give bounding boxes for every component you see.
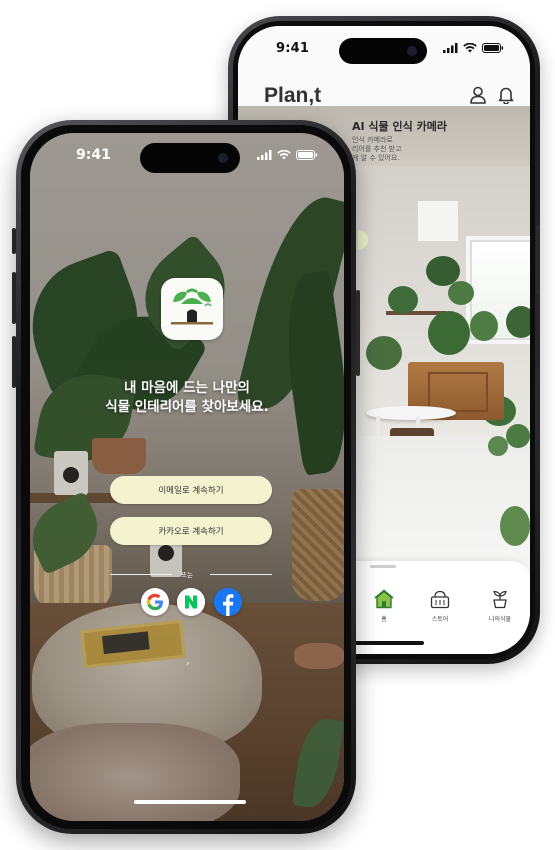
bell-icon[interactable] — [498, 86, 514, 104]
tab-my-plants[interactable]: 나의식물 — [470, 589, 530, 623]
status-time: 9:41 — [276, 41, 310, 56]
google-login-button[interactable] — [141, 588, 169, 616]
tab-home[interactable]: 홈 — [354, 589, 414, 623]
tab-store-label: 스토어 — [431, 616, 449, 623]
battery-icon — [482, 43, 504, 53]
front-phone-screen: 9:41 내 마음에 드는 나만의 식물 인테리어를 찾아보세요. 이메일로 계… — [30, 133, 344, 821]
signal-icon — [443, 43, 458, 53]
app-header: Plan,t — [238, 78, 530, 107]
basket-icon — [430, 590, 450, 609]
battery-icon — [296, 150, 318, 160]
app-logo: Plan,t — [264, 84, 322, 107]
home-indicator[interactable] — [134, 800, 246, 804]
hero-title: AI 식물 인식 카메라 — [352, 120, 447, 133]
google-icon — [146, 593, 163, 611]
app-logo-icon — [161, 278, 223, 340]
tab-my-plants-label: 나의식물 — [488, 616, 512, 623]
welcome-headline: 내 마음에 드는 나만의 식물 인테리어를 찾아보세요. — [30, 379, 344, 417]
dynamic-island — [339, 38, 427, 64]
potted-plant-icon — [493, 590, 507, 609]
wifi-icon — [277, 150, 291, 160]
hero-subtitle-line: 인식 카메라로 — [352, 136, 393, 144]
status-bar: 9:41 — [238, 26, 530, 78]
naver-login-button[interactable] — [177, 588, 205, 616]
or-label: 또는 — [181, 571, 193, 579]
user-icon[interactable] — [470, 86, 486, 104]
status-time: 9:41 — [76, 147, 111, 163]
home-icon — [374, 589, 394, 609]
naver-icon — [177, 588, 205, 616]
tab-store[interactable]: 스토어 — [410, 589, 470, 623]
email-continue-button[interactable]: 이메일로 계속하기 — [110, 476, 272, 504]
home-indicator[interactable] — [348, 641, 424, 645]
tab-home-label: 홈 — [381, 616, 387, 623]
chevron-right-icon: › — [186, 659, 190, 669]
hero-subtitle-line: 리어를 추천 받고 — [352, 145, 402, 153]
signal-icon — [257, 150, 272, 160]
kakao-continue-button[interactable]: 카카오로 계속하기 — [110, 517, 272, 545]
front-phone-power-button — [356, 290, 360, 376]
plant-house-icon — [171, 288, 213, 325]
hero-text: AI 식물 인식 카메라 인식 카메라로 리어를 추천 받고 게 알 수 있어요… — [352, 118, 447, 163]
headline-line: 식물 인테리어를 찾아보세요. — [105, 399, 269, 415]
hero-subtitle-line: 게 알 수 있어요. — [352, 154, 400, 162]
back-phone-side-button — [536, 225, 540, 295]
dynamic-island — [140, 143, 240, 173]
facebook-login-button[interactable] — [214, 588, 242, 616]
hero-subtitle: 인식 카메라로 리어를 추천 받고 게 알 수 있어요. — [352, 136, 447, 163]
facebook-icon — [214, 588, 242, 616]
wifi-icon — [463, 43, 477, 53]
sheet-handle[interactable] — [370, 565, 396, 568]
headline-line: 내 마음에 드는 나만의 — [124, 380, 250, 396]
